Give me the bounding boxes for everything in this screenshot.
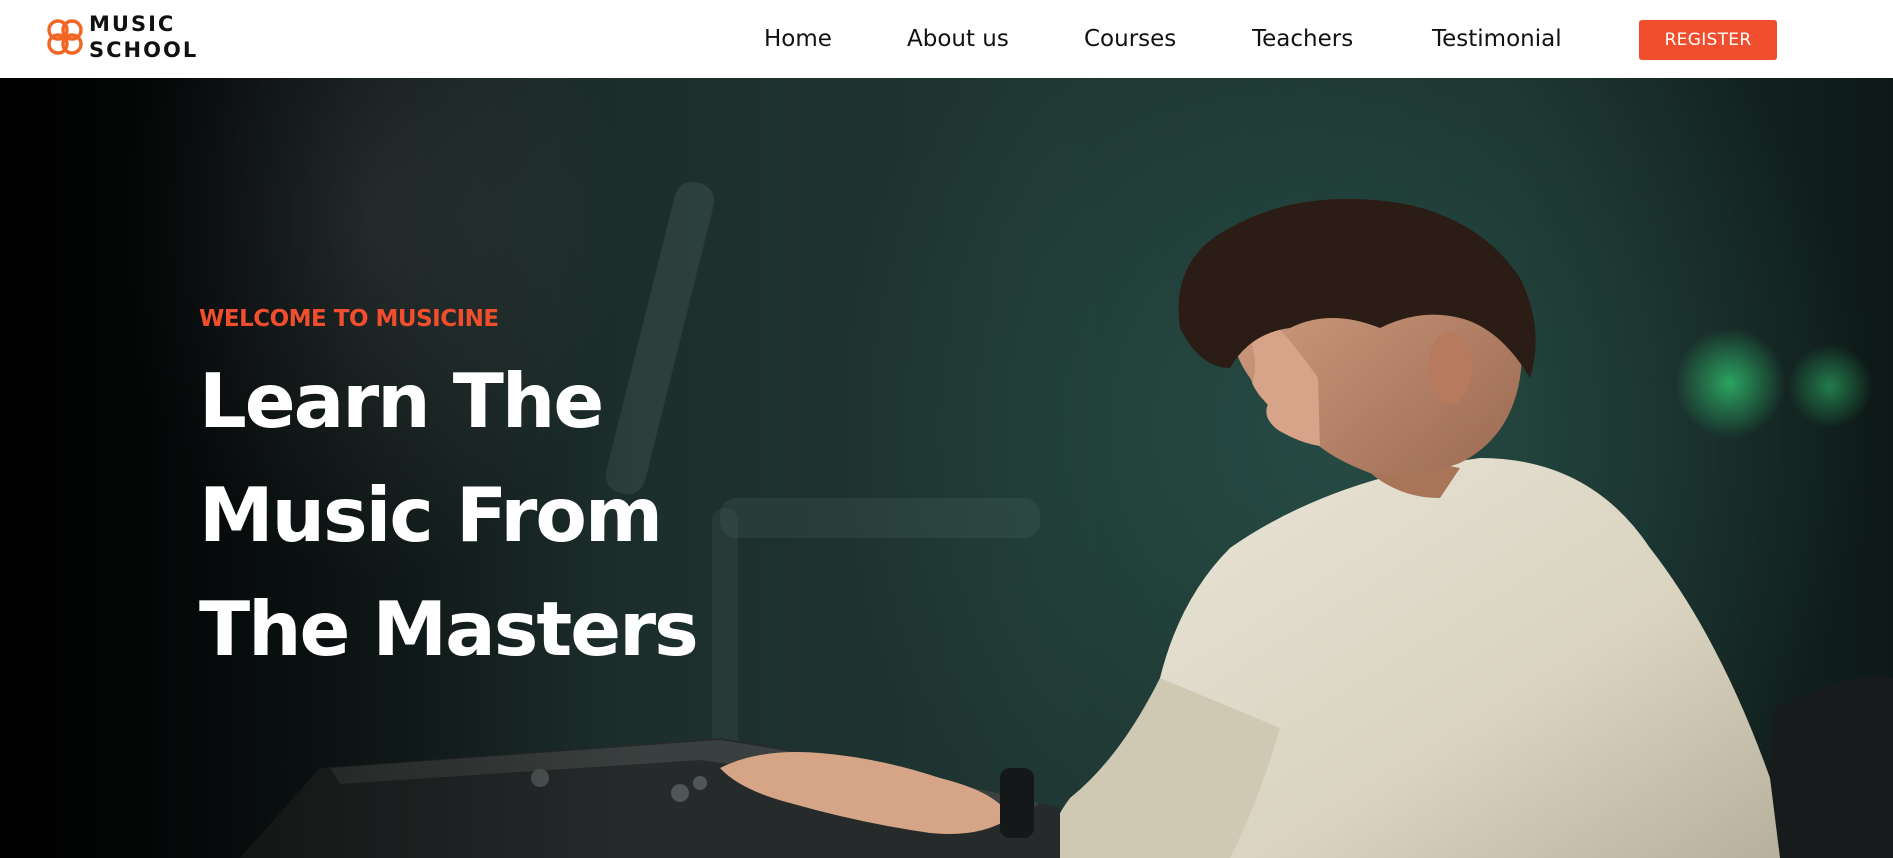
site-header: MUSIC SCHOOL Home About us Courses Teach… xyxy=(0,0,1893,78)
nav-home[interactable]: Home xyxy=(764,22,832,56)
register-button[interactable]: REGISTER xyxy=(1639,20,1777,60)
hero-headline: Learn The Music From The Masters xyxy=(199,344,699,686)
headline-line-3: The Masters xyxy=(199,585,699,673)
nav-testimonial[interactable]: Testimonial xyxy=(1432,22,1562,56)
nav-about-us[interactable]: About us xyxy=(907,22,1009,56)
hero-text: WELCOME TO MUSICINE Learn The Music From… xyxy=(199,306,699,686)
nav-teachers[interactable]: Teachers xyxy=(1252,22,1353,56)
hero-section: WELCOME TO MUSICINE Learn The Music From… xyxy=(0,78,1893,858)
nav-courses[interactable]: Courses xyxy=(1084,22,1176,56)
headline-line-1: Learn The xyxy=(199,357,604,445)
main-nav: Home About us Courses Teachers Testimoni… xyxy=(0,22,1893,56)
headline-line-2: Music From xyxy=(199,471,663,559)
hero-eyebrow: WELCOME TO MUSICINE xyxy=(199,306,499,332)
